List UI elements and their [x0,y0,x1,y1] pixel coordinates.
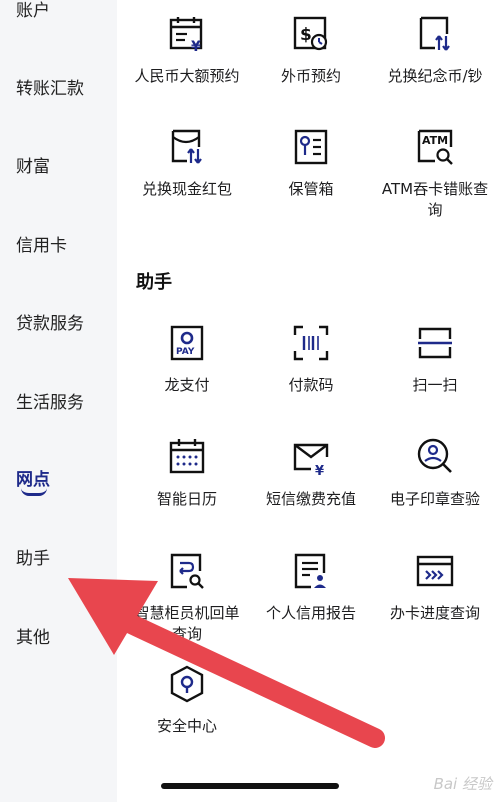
scan-icon [418,327,452,359]
section-title-assistant: 助手 [136,272,172,293]
credit-report-icon [294,553,326,589]
assistant-payment-code[interactable]: 付款码 [247,323,375,396]
service-label: 安全中心 [156,717,217,735]
service-rmb-appointment[interactable]: ¥ 人民币大额预约 [123,14,251,87]
service-label: 智能日历 [156,490,217,508]
sidebar-item-wealth[interactable]: 财富 [16,152,50,177]
sidebar-item-other[interactable]: 其他 [16,623,50,648]
card-progress-icon [416,555,454,587]
assistant-security-center[interactable]: 安全中心 [123,664,251,737]
long-pay-icon: PAY [170,325,204,361]
safe-box-icon [294,129,328,165]
service-label: 外币预约 [280,67,341,85]
svg-text:¥: ¥ [191,39,201,54]
assistant-credit-report[interactable]: 个人信用报告 [247,551,375,624]
service-label: 兑换现金红包 [141,180,232,198]
payment-code-icon [293,325,329,361]
home-indicator[interactable] [161,783,339,789]
services-panel: ¥ 人民币大额预约 $ 外币预约 兑换纪念币/钞 兑换现金红包 保管箱 ATM … [117,0,500,802]
sidebar-item-assistant[interactable]: 助手 [16,544,50,569]
sidebar-item-account[interactable]: 账户 [16,0,50,21]
watermark: Bai 经验 [433,775,492,793]
exchange-commemorative-icon [419,16,450,51]
assistant-scan[interactable]: 扫一扫 [371,323,499,396]
svg-text:¥: ¥ [315,464,324,477]
rmb-calendar-icon: ¥ [169,17,203,54]
assistant-long-pay[interactable]: PAY 龙支付 [123,323,251,396]
smart-calendar-icon [169,439,205,474]
seal-verify-icon [417,438,452,473]
assistant-seal-verify[interactable]: 电子印章查验 [371,437,499,510]
sidebar-item-loan[interactable]: 贷款服务 [16,309,84,334]
service-label: 办卡进度查询 [389,604,480,622]
service-label: 短信缴费充值 [265,490,356,508]
service-label: 人民币大额预约 [134,67,240,85]
service-foreign-currency[interactable]: $ 外币预约 [247,14,375,87]
service-label: 保管箱 [288,180,334,198]
assistant-sms-recharge[interactable]: ¥ 短信缴费充值 [247,437,375,510]
assistant-card-progress[interactable]: 办卡进度查询 [371,551,499,624]
service-commemorative-exchange[interactable]: 兑换纪念币/钞 [371,14,499,87]
svg-text:ATM: ATM [422,134,448,147]
service-label: ATM吞卡错账查询 [381,180,489,219]
active-indicator [21,488,47,496]
service-safe-box[interactable]: 保管箱 [247,127,375,200]
service-atm-query[interactable]: ATM ATM吞卡错账查询 [371,127,499,221]
security-center-icon [170,665,204,703]
sidebar-item-outlets[interactable]: 网点 [16,465,50,490]
service-label: 付款码 [288,376,334,394]
foreign-currency-icon: $ [293,16,328,51]
atm-query-icon: ATM [417,129,453,165]
category-sidebar: 账户 转账汇款 财富 信用卡 贷款服务 生活服务 网点 助手 其他 [0,0,117,802]
service-red-packet[interactable]: 兑换现金红包 [123,127,251,200]
service-label: 电子印章查验 [389,490,480,508]
svg-text:$: $ [300,25,312,45]
sidebar-item-credit-card[interactable]: 信用卡 [16,231,67,256]
service-label: 龙支付 [164,376,210,394]
service-label: 扫一扫 [412,376,458,394]
sms-recharge-icon: ¥ [293,443,329,477]
service-label: 兑换纪念币/钞 [387,67,483,85]
service-label: 个人信用报告 [265,604,356,622]
service-label: 智慧柜员机回单查询 [134,604,240,643]
red-packet-exchange-icon [171,129,202,164]
sidebar-item-life[interactable]: 生活服务 [16,388,84,413]
assistant-smart-calendar[interactable]: 智能日历 [123,437,251,510]
assistant-teller-receipt[interactable]: 智慧柜员机回单查询 [123,551,251,645]
svg-text:PAY: PAY [176,347,195,357]
sidebar-item-transfer[interactable]: 转账汇款 [16,74,84,99]
teller-receipt-icon [170,553,204,589]
